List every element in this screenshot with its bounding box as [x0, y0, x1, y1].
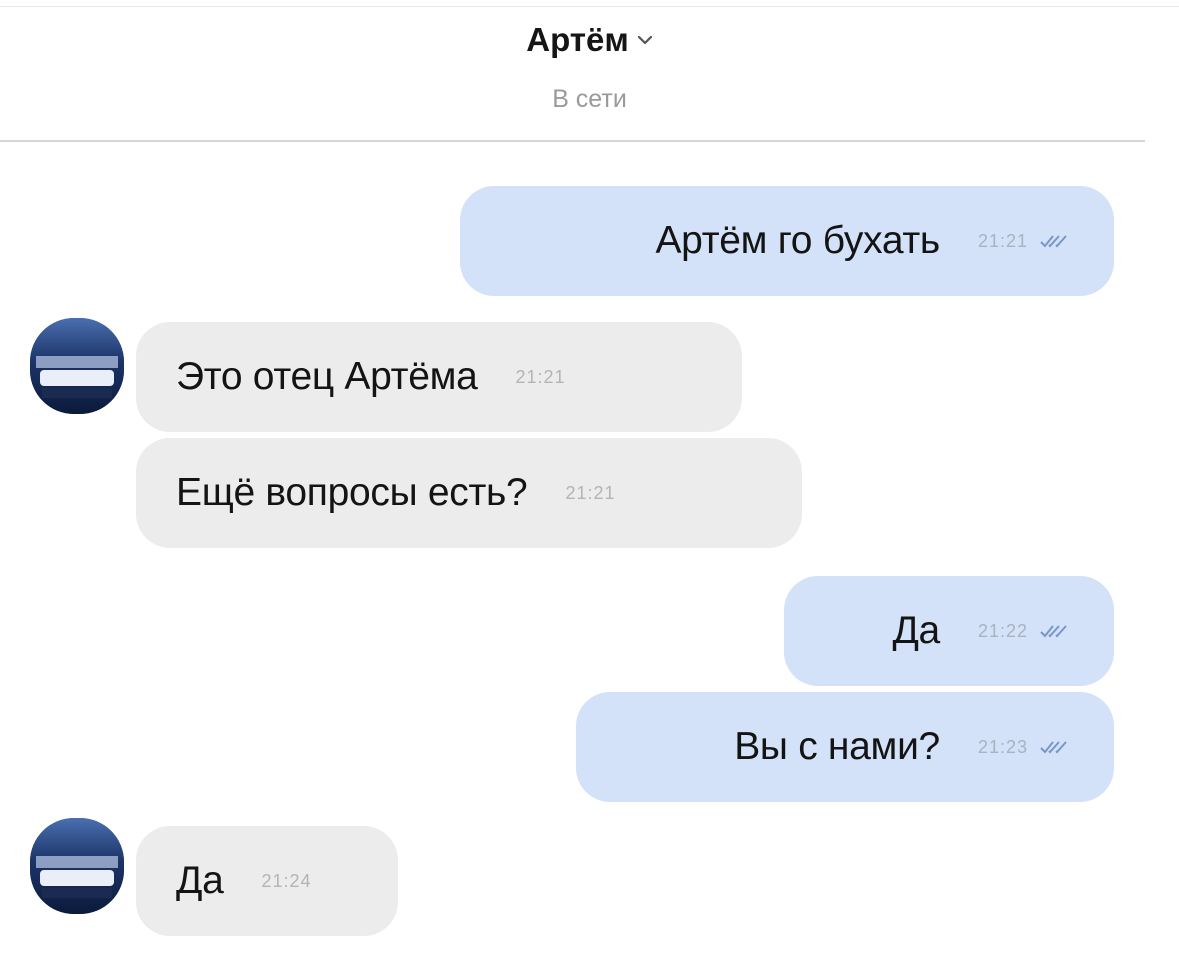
- header-divider: [0, 140, 1145, 142]
- message-time: 21:21: [565, 482, 616, 503]
- message-time: 21:21: [977, 230, 1028, 251]
- contact-title[interactable]: Артём: [0, 18, 1179, 62]
- message-time: 21:23: [977, 736, 1028, 757]
- message-time: 21:22: [977, 620, 1028, 641]
- message-outgoing[interactable]: Да 21:22: [784, 576, 1114, 686]
- avatar-image: [30, 818, 124, 914]
- message-text: Да: [176, 859, 224, 902]
- avatar-image: [30, 318, 124, 414]
- message-text: Это отец Артёма: [176, 355, 478, 398]
- message-incoming[interactable]: Ещё вопросы есть? 21:21: [136, 438, 802, 548]
- message-incoming[interactable]: Это отец Артёма 21:21: [136, 322, 742, 432]
- chevron-down-icon[interactable]: [637, 35, 653, 45]
- contact-avatar[interactable]: [30, 818, 124, 914]
- double-check-icon: [1040, 741, 1067, 754]
- message-text: Да: [892, 609, 940, 652]
- chat-screen: Артём В сети Артём го бухать 21:21 Это о…: [0, 0, 1179, 956]
- message-outgoing[interactable]: Вы с нами? 21:23: [576, 692, 1114, 802]
- double-check-icon: [1040, 235, 1067, 248]
- double-check-icon: [1040, 625, 1067, 638]
- message-time: 21:21: [515, 366, 566, 387]
- message-time: 21:24: [261, 870, 312, 891]
- contact-avatar[interactable]: [30, 318, 124, 414]
- message-text: Ещё вопросы есть?: [176, 471, 528, 514]
- message-outgoing[interactable]: Артём го бухать 21:21: [460, 186, 1114, 296]
- chat-header: Артём В сети: [0, 0, 1179, 140]
- online-status: В сети: [552, 85, 627, 113]
- contact-name[interactable]: Артём: [526, 21, 628, 58]
- message-text: Вы с нами?: [734, 725, 940, 768]
- message-incoming[interactable]: Да 21:24: [136, 826, 398, 936]
- message-text: Артём го бухать: [655, 219, 940, 262]
